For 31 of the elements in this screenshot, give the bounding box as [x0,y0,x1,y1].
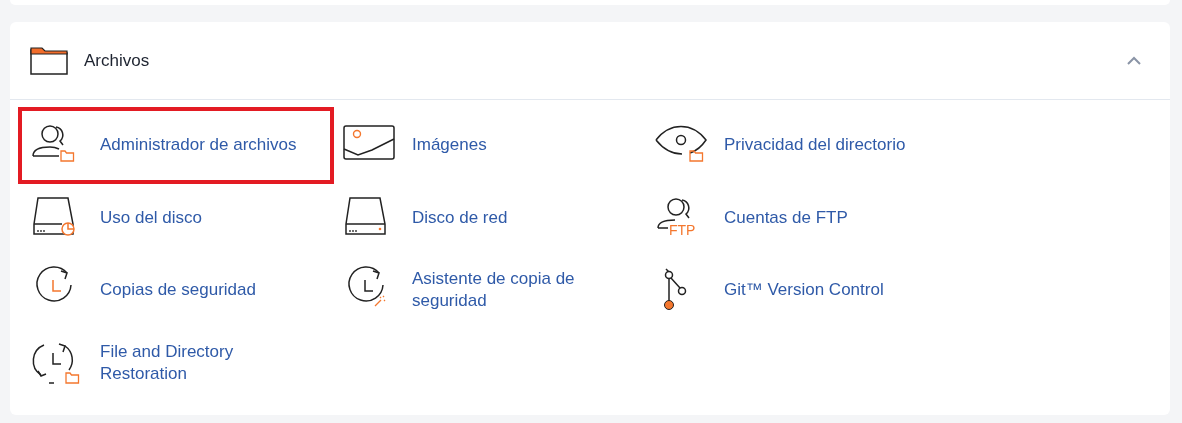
clock-icon [36,266,72,302]
link-label: Uso del disco [100,206,203,229]
tool-link[interactable]: Uso del disco [20,181,332,254]
clock-wand-icon [348,266,386,307]
link-label: Imágenes [412,134,487,157]
link-label: Copias de seguridad [100,279,256,302]
tool-link[interactable]: FTP Cuentas de FTP [644,181,956,254]
link-label: Administrador de archivos [100,134,297,157]
link-label: Git™ Version Control [724,279,884,302]
tool-link[interactable]: File and Directory Restoration [20,326,332,399]
link-label: Cuentas de FTP [724,206,848,229]
link-label: File and Directory Restoration [100,340,235,385]
disk-usage-icon [33,197,75,236]
icon-caption: FTP [669,221,696,238]
link-label: Asistente de copia de seguridad [412,268,576,313]
person-folder-icon [32,125,75,162]
folder-icon [30,46,68,75]
tool-link[interactable]: Administrador de archivos [20,109,332,182]
tool-link[interactable]: Asistente de copia de seguridad [332,254,644,327]
link-label: Disco de red [412,206,508,229]
tool-link[interactable]: Git™ Version Control [644,254,956,327]
section-title: Archivos [84,49,150,72]
branch-icon [664,268,687,311]
restore-clock-icon [32,343,80,384]
tool-link[interactable]: Disco de red [332,181,644,254]
tool-link[interactable]: Privacidad del directorio [644,109,956,182]
link-label: Privacidad del directorio [724,134,906,157]
eye-folder-icon [655,126,707,162]
tool-link[interactable]: Imágenes [332,109,644,182]
image-icon [343,125,395,160]
tool-link[interactable]: Copias de seguridad [20,254,332,327]
